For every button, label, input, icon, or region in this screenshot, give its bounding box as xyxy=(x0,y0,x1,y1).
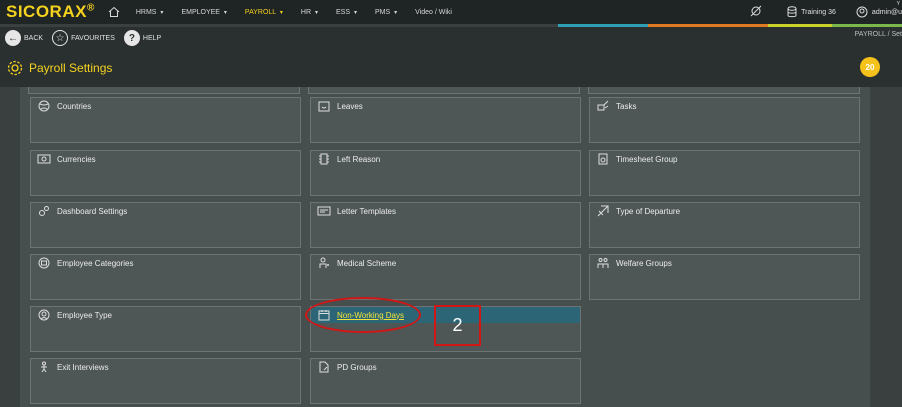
nav-ess[interactable]: ESS ▾ xyxy=(327,9,366,16)
tile-left-reason[interactable]: Left Reason xyxy=(310,150,581,196)
tile-label: PD Groups xyxy=(337,362,377,372)
chevron-down-icon: ▾ xyxy=(223,9,227,16)
gear-icon xyxy=(5,58,25,78)
money-icon xyxy=(37,152,51,166)
nav-employee[interactable]: EMPLOYEE ▾ xyxy=(172,9,235,16)
user-name: admin@u xyxy=(871,8,902,16)
sub-toolbar: ← BACK ☆ FAVOURITES ? HELP PAYROLL / Set xyxy=(0,27,902,49)
brand-mark: ® xyxy=(86,2,95,14)
favourites-label: FAVOURITES xyxy=(71,34,115,42)
tile-tasks[interactable]: Tasks xyxy=(589,97,860,143)
help-label: HELP xyxy=(142,34,162,42)
tile-label: Countries xyxy=(57,101,92,111)
tile-timesheet-group[interactable]: Timesheet Group xyxy=(589,150,860,196)
help-button[interactable]: ? HELP xyxy=(123,30,162,46)
globe-icon xyxy=(37,99,51,113)
database-icon xyxy=(787,6,797,18)
user-indicator: Y xyxy=(896,1,900,7)
breadcrumb: PAYROLL / Set xyxy=(854,31,902,38)
nav-payroll[interactable]: PAYROLL ▾ xyxy=(236,9,292,16)
pd-groups-icon xyxy=(317,360,331,374)
annotation-step-number: 2 xyxy=(452,315,463,335)
top-nav-bar: SICORAX® HRMS ▾ EMPLOYEE ▾ PAYROLL ▾ HR … xyxy=(0,0,902,24)
tile-exit-interviews[interactable]: Exit Interviews xyxy=(30,358,301,404)
nav-hr[interactable]: HR ▾ xyxy=(292,9,327,16)
partial-tile xyxy=(588,87,860,94)
left-reason-icon xyxy=(317,152,331,166)
tile-label: Medical Scheme xyxy=(337,258,397,268)
back-label: BACK xyxy=(24,34,44,42)
brand-name: SICORAX xyxy=(6,2,87,21)
tile-label: Dashboard Settings xyxy=(57,206,128,216)
user-menu[interactable]: admin@u xyxy=(856,6,902,18)
partial-tile xyxy=(28,87,300,94)
favourites-button[interactable]: ☆ FAVOURITES xyxy=(52,30,115,46)
tile-medical-scheme[interactable]: Medical Scheme xyxy=(310,254,581,300)
welfare-icon xyxy=(596,256,610,270)
tile-label: Employee Type xyxy=(57,310,112,320)
tile-label: Letter Templates xyxy=(337,206,396,216)
timesheet-icon xyxy=(596,152,610,166)
tasks-icon xyxy=(596,99,610,113)
tile-leaves[interactable]: Leaves xyxy=(310,97,581,143)
tile-label: Exit Interviews xyxy=(57,362,109,372)
categories-icon xyxy=(37,256,51,270)
tile-currencies[interactable]: Currencies xyxy=(30,150,301,196)
tile-label: Leaves xyxy=(337,101,363,111)
annotation-ellipse xyxy=(305,297,421,333)
exit-icon xyxy=(37,360,51,374)
top-right-tools: Training 36 admin@u Y xyxy=(749,0,902,24)
database-name: Training 36 xyxy=(801,8,836,16)
nav-hrms[interactable]: HRMS ▾ xyxy=(127,9,173,16)
tile-label: Currencies xyxy=(57,154,96,164)
main-menu: HRMS ▾ EMPLOYEE ▾ PAYROLL ▾ HR ▾ ESS ▾ P… xyxy=(127,9,461,16)
tile-type-of-departure[interactable]: Type of Departure xyxy=(589,202,860,248)
tile-label: Timesheet Group xyxy=(616,154,678,164)
page-header: Payroll Settings 20 xyxy=(0,49,902,87)
nav-video-wiki[interactable]: Video / Wiki xyxy=(406,9,461,16)
nav-pms[interactable]: PMS ▾ xyxy=(366,9,406,16)
dashboard-settings-icon xyxy=(37,204,51,218)
tile-countries[interactable]: Countries xyxy=(30,97,301,143)
chevron-down-icon: ▾ xyxy=(279,9,283,16)
chevron-down-icon: ▾ xyxy=(160,9,164,16)
tile-welfare-groups[interactable]: Welfare Groups xyxy=(589,254,860,300)
notification-badge[interactable]: 20 xyxy=(860,57,880,77)
tile-letter-templates[interactable]: Letter Templates xyxy=(310,202,581,248)
settings-grid: Countries Leaves Tasks Currencies Left R… xyxy=(20,87,870,407)
partial-tile xyxy=(308,87,580,94)
user-icon xyxy=(856,6,868,18)
arrow-left-icon: ← xyxy=(5,30,21,46)
tile-label: Left Reason xyxy=(337,154,381,164)
tile-employee-type[interactable]: Employee Type xyxy=(30,306,301,352)
page-title: Payroll Settings xyxy=(29,61,113,75)
tile-dashboard-settings[interactable]: Dashboard Settings xyxy=(30,202,301,248)
star-icon: ☆ xyxy=(52,30,69,46)
home-icon[interactable] xyxy=(107,5,121,19)
tile-label: Type of Departure xyxy=(616,206,681,216)
chevron-down-icon: ▾ xyxy=(394,9,398,16)
edit-mode-icon[interactable] xyxy=(749,4,765,20)
tile-label: Welfare Groups xyxy=(616,258,672,268)
tile-label: Employee Categories xyxy=(57,258,134,268)
brand-logo[interactable]: SICORAX® xyxy=(6,2,95,22)
departure-icon xyxy=(596,204,610,218)
tile-label: Tasks xyxy=(616,101,637,111)
chevron-down-icon: ▾ xyxy=(353,9,357,16)
database-selector[interactable]: Training 36 xyxy=(787,6,836,18)
employee-type-icon xyxy=(37,308,51,322)
letter-icon xyxy=(317,204,331,218)
chevron-down-icon: ▾ xyxy=(314,9,318,16)
tile-employee-categories[interactable]: Employee Categories xyxy=(30,254,301,300)
calendar-leaves-icon xyxy=(317,99,331,113)
annotation-step-box: 2 xyxy=(434,305,481,346)
back-button[interactable]: ← BACK xyxy=(5,30,43,46)
medical-icon xyxy=(317,256,331,270)
help-icon: ? xyxy=(123,30,140,46)
tile-pd-groups[interactable]: PD Groups xyxy=(310,358,581,404)
